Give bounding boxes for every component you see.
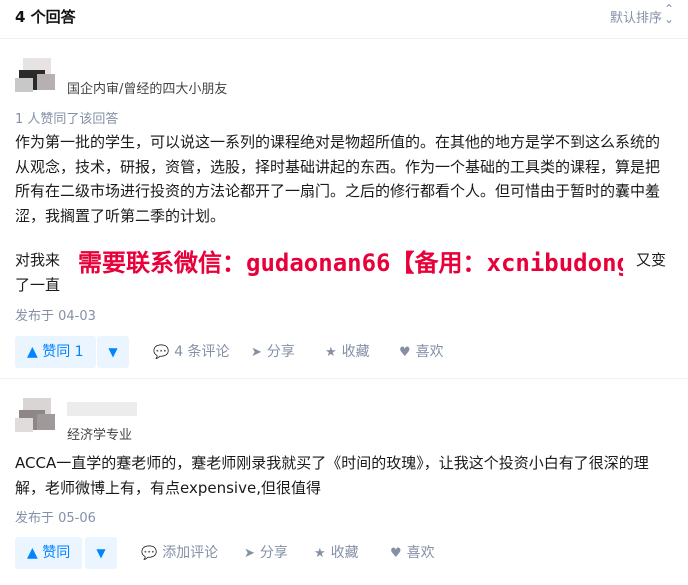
star-icon: ★ bbox=[314, 546, 326, 561]
upvote-button[interactable]: ▲ 赞同 bbox=[15, 537, 83, 569]
share-icon: ➤ bbox=[251, 345, 262, 360]
answer-paragraph-fragment: 又变 bbox=[636, 251, 667, 269]
downvote-button[interactable]: ▼ bbox=[85, 537, 117, 569]
answer-actions: ▲ 赞同 ▼ 💬 添加评论 ➤ 分享 ★ 收藏 ♥ 喜欢 bbox=[15, 537, 675, 569]
upvote-button[interactable]: ▲ 赞同 1 bbox=[15, 336, 96, 368]
comment-button[interactable]: 💬 4 条评论 bbox=[153, 336, 230, 368]
like-button[interactable]: ♥ 喜欢 bbox=[399, 336, 444, 368]
collect-button[interactable]: ★ 收藏 bbox=[325, 336, 370, 368]
comment-icon: 💬 bbox=[153, 345, 170, 360]
share-icon: ➤ bbox=[244, 546, 255, 561]
author-description: 经济学专业 bbox=[67, 428, 133, 443]
share-button[interactable]: ➤ 分享 bbox=[244, 537, 288, 569]
star-icon: ★ bbox=[325, 345, 337, 360]
avatar[interactable] bbox=[15, 398, 55, 436]
comment-label: 4 条评论 bbox=[174, 344, 230, 360]
answer-paragraph-fragment: 了一直 bbox=[15, 276, 61, 294]
avatar[interactable] bbox=[15, 58, 55, 96]
answer-content: 作为第一批的学生，可以说这一系列的课程绝对是物超所值的。在其他的地方是学不到这么… bbox=[15, 130, 670, 228]
comment-label: 添加评论 bbox=[162, 545, 219, 561]
heart-icon: ♥ bbox=[390, 546, 402, 561]
sort-dropdown[interactable]: 默认排序 bbox=[610, 7, 662, 26]
collect-label: 收藏 bbox=[341, 344, 370, 360]
share-label: 分享 bbox=[259, 545, 288, 561]
publish-date: 发布于 05-06 bbox=[15, 511, 96, 526]
heart-icon: ♥ bbox=[399, 345, 411, 360]
share-button[interactable]: ➤ 分享 bbox=[251, 336, 295, 368]
collect-label: 收藏 bbox=[330, 545, 359, 561]
answer-paragraph: ACCA一直学的蹇老师的，蹇老师刚录我就买了《时间的玫瑰》，让我这个投资小白有了… bbox=[15, 454, 649, 497]
share-label: 分享 bbox=[266, 344, 295, 360]
author-name-blurred bbox=[67, 402, 137, 416]
answer-divider bbox=[0, 378, 688, 379]
answer-actions: ▲ 赞同 1 ▼ 💬 4 条评论 ➤ 分享 ★ 收藏 ♥ 喜欢 bbox=[15, 336, 675, 368]
answer-paragraph: 作为第一批的学生，可以说这一系列的课程绝对是物超所值的。在其他的地方是学不到这么… bbox=[15, 133, 661, 225]
answer-count: 4 个回答 bbox=[15, 8, 76, 26]
vote-summary: 1 人赞同了该回答 bbox=[15, 112, 119, 127]
comment-button[interactable]: 💬 添加评论 bbox=[141, 537, 218, 569]
like-label: 喜欢 bbox=[406, 545, 435, 561]
downvote-button[interactable]: ▼ bbox=[97, 336, 129, 368]
answers-header: 4 个回答 默认排序 ⌃ ⌄ bbox=[0, 0, 688, 39]
like-button[interactable]: ♥ 喜欢 bbox=[390, 537, 435, 569]
sort-updown-icon[interactable]: ⌃ ⌄ bbox=[664, 3, 674, 25]
answer-content: ACCA一直学的蹇老师的，蹇老师刚录我就买了《时间的玫瑰》，让我这个投资小白有了… bbox=[15, 451, 670, 500]
answer-paragraph-fragment: 对我来 bbox=[15, 251, 61, 269]
comment-icon: 💬 bbox=[141, 546, 158, 561]
author-description: 国企内审/曾经的四大小朋友 bbox=[67, 82, 228, 97]
collect-button[interactable]: ★ 收藏 bbox=[314, 537, 359, 569]
watermark-overlay: 需要联系微信：gudaonan66【备用：xcnibudong0105】 bbox=[78, 240, 623, 286]
publish-date: 发布于 04-03 bbox=[15, 309, 96, 324]
like-label: 喜欢 bbox=[415, 344, 444, 360]
